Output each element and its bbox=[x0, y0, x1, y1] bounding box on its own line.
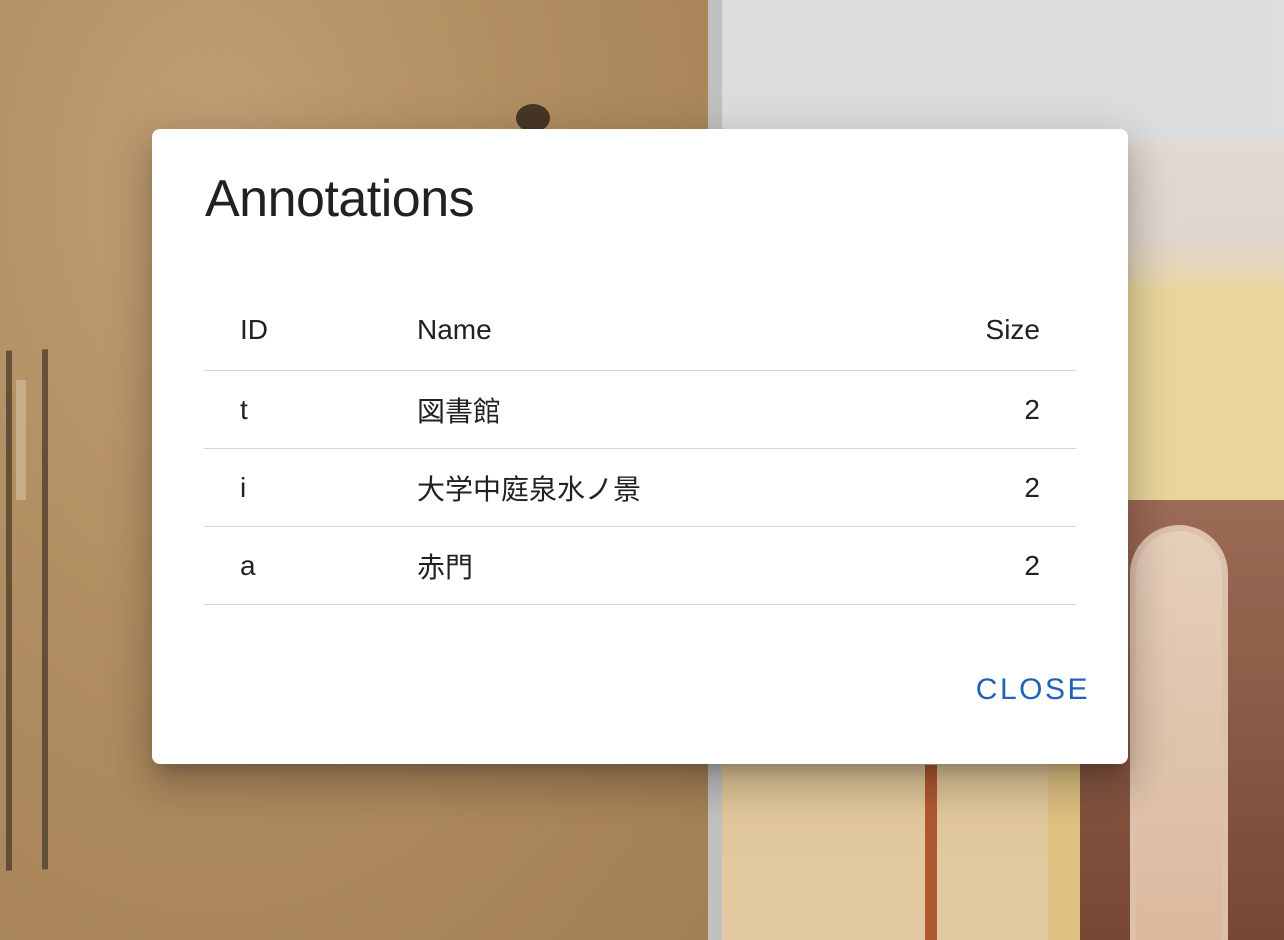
table-row[interactable]: t 図書館 2 bbox=[204, 370, 1076, 449]
cell-id: a bbox=[204, 526, 417, 605]
column-header-name[interactable]: Name bbox=[417, 289, 840, 371]
cell-size: 2 bbox=[840, 526, 1076, 605]
cell-name: 図書館 bbox=[417, 370, 840, 449]
column-header-size[interactable]: Size bbox=[840, 289, 1076, 371]
close-button[interactable]: CLOSE bbox=[974, 669, 1092, 711]
table-row[interactable]: i 大学中庭泉水ノ景 2 bbox=[204, 448, 1076, 527]
dialog-title: Annotations bbox=[205, 170, 475, 228]
cell-id: t bbox=[204, 370, 417, 449]
column-header-id[interactable]: ID bbox=[204, 289, 417, 371]
annotations-table: ID Name Size t 図書館 2 i 大学中庭泉水ノ景 2 a 赤門 2 bbox=[204, 289, 1076, 605]
table-header-row: ID Name Size bbox=[204, 289, 1076, 371]
table-row[interactable]: a 赤門 2 bbox=[204, 526, 1076, 605]
cell-size: 2 bbox=[840, 448, 1076, 527]
cell-name: 赤門 bbox=[417, 526, 840, 605]
annotations-dialog: Annotations ID Name Size t 図書館 2 i 大学中庭泉… bbox=[152, 129, 1128, 764]
cell-id: i bbox=[204, 448, 417, 527]
cell-name: 大学中庭泉水ノ景 bbox=[417, 448, 840, 527]
viewer-stage: Annotations ID Name Size t 図書館 2 i 大学中庭泉… bbox=[0, 0, 1284, 940]
cell-size: 2 bbox=[840, 370, 1076, 449]
